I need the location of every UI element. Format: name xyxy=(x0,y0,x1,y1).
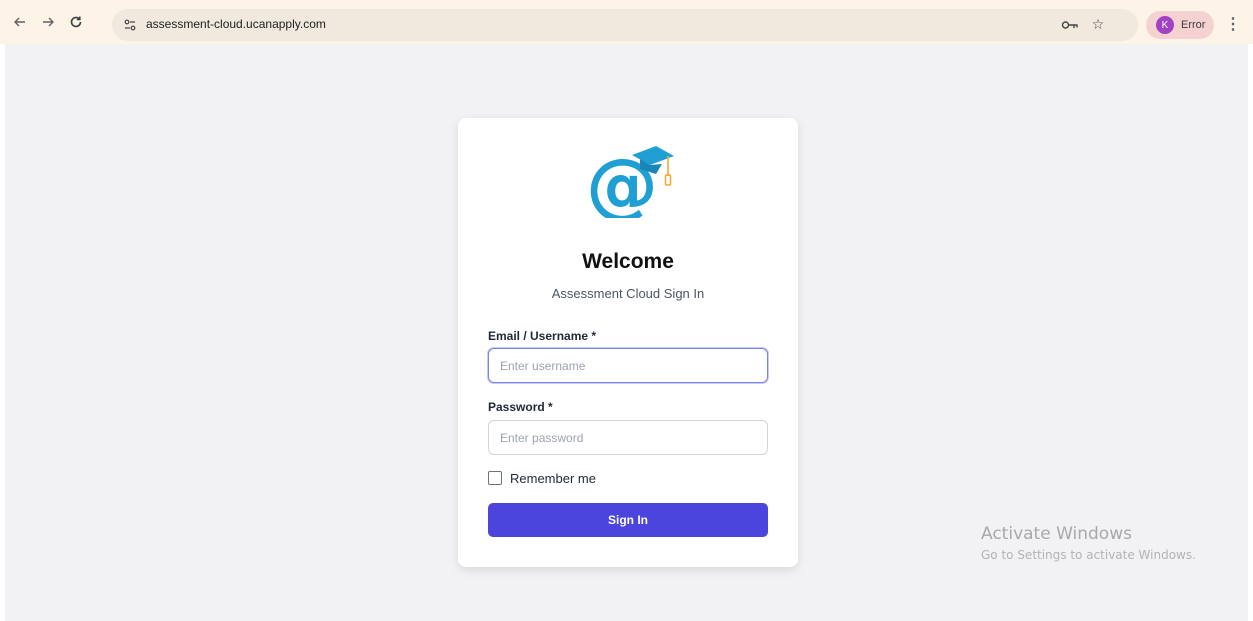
address-bar[interactable]: assessment-cloud.ucanapply.com ☆ xyxy=(112,9,1138,41)
back-arrow-icon[interactable] xyxy=(8,10,32,34)
page-subtitle: Assessment Cloud Sign In xyxy=(551,286,705,301)
profile-status: Error xyxy=(1181,19,1206,31)
windows-watermark-title: Activate Windows xyxy=(981,524,1132,544)
username-input[interactable] xyxy=(488,348,768,383)
remember-me-label[interactable]: Remember me xyxy=(510,471,596,486)
site-info-icon[interactable] xyxy=(118,13,142,37)
page-title: Welcome xyxy=(582,250,674,273)
reload-icon[interactable] xyxy=(64,10,88,34)
profile-chip[interactable]: K Error xyxy=(1146,11,1214,39)
ucanapply-logo: @ xyxy=(586,143,674,218)
remember-me-checkbox[interactable] xyxy=(488,471,502,485)
password-key-icon[interactable] xyxy=(1060,15,1080,35)
forward-arrow-icon[interactable] xyxy=(36,10,60,34)
password-input[interactable] xyxy=(488,420,768,455)
username-label: Email / Username * xyxy=(488,329,597,343)
avatar: K xyxy=(1156,16,1174,34)
kebab-menu-icon[interactable]: ⋮ xyxy=(1225,12,1241,36)
login-card: @ Welcome Assessment Cloud Sign In Email… xyxy=(458,118,798,567)
browser-toolbar: assessment-cloud.ucanapply.com ☆ K Error… xyxy=(0,0,1253,44)
url-text: assessment-cloud.ucanapply.com xyxy=(146,17,326,31)
password-label: Password * xyxy=(488,400,553,414)
bookmark-star-icon[interactable]: ☆ xyxy=(1088,15,1108,35)
windows-watermark-subtitle: Go to Settings to activate Windows. xyxy=(981,548,1196,562)
sign-in-button[interactable]: Sign In xyxy=(488,503,768,537)
